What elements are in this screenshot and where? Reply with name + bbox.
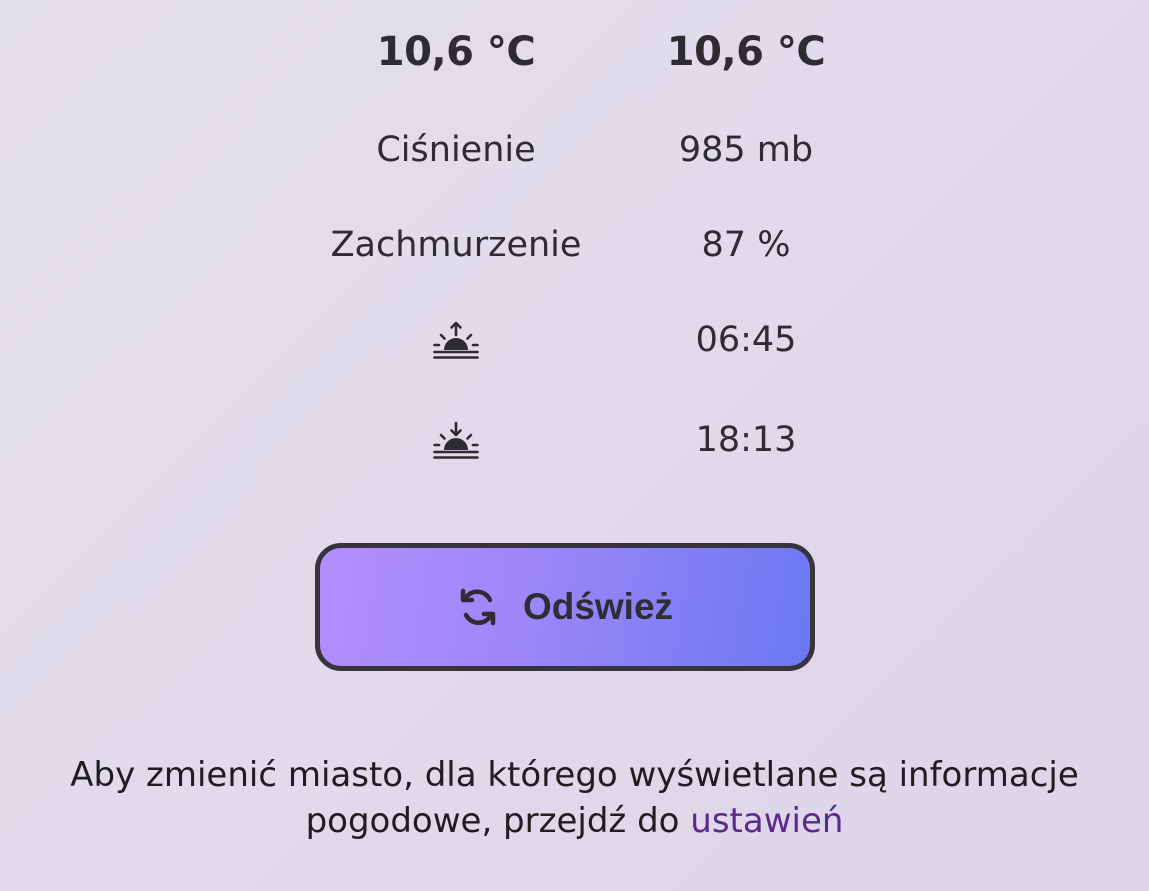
temperature-right: 10,6 °C: [666, 29, 826, 75]
sunset-time: 18:13: [695, 420, 797, 460]
sunrise-row: 06:45: [0, 310, 1149, 370]
pressure-value: 985 mb: [678, 130, 814, 170]
cloud-row: Zachmurzenie 87 %: [0, 215, 1149, 275]
temperature-row: 10,6 °C 10,6 °C: [0, 22, 1149, 82]
cloud-label: Zachmurzenie: [330, 225, 582, 265]
pressure-row: Ciśnienie 985 mb: [0, 120, 1149, 180]
sunrise-time: 06:45: [695, 320, 797, 360]
cloud-value: 87 %: [701, 225, 791, 265]
settings-info-message: Aby zmienić miasto, dla którego wyświetl…: [70, 755, 1079, 841]
sunrise-icon: [433, 321, 479, 359]
sunset-icon-cell: [306, 410, 606, 470]
sunset-icon: [433, 421, 479, 459]
refresh-icon: [460, 588, 496, 626]
temperature-left: 10,6 °C: [376, 29, 536, 75]
settings-info-text: Aby zmienić miasto, dla którego wyświetl…: [60, 752, 1089, 844]
refresh-button-label: Odśwież: [522, 586, 674, 627]
settings-link[interactable]: ustawień: [690, 801, 843, 841]
sunset-row: 18:13: [0, 410, 1149, 470]
sunrise-icon-cell: [306, 310, 606, 370]
refresh-button[interactable]: Odśwież: [315, 543, 815, 671]
pressure-label: Ciśnienie: [376, 130, 536, 170]
